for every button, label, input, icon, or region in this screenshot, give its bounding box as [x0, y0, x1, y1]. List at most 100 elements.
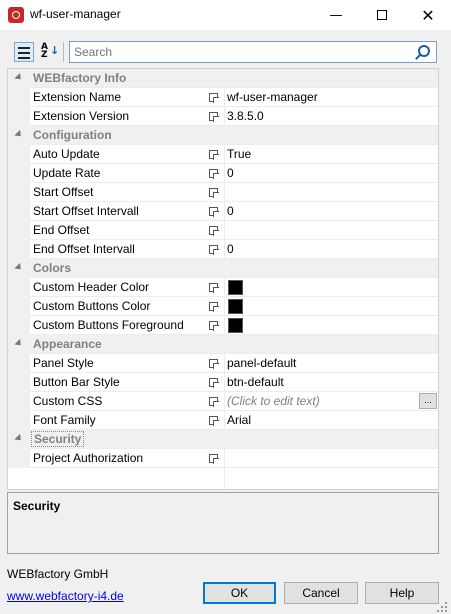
property-value[interactable]: 0	[224, 201, 438, 221]
property-row[interactable]: Custom CSS (Click to edit text)...	[8, 391, 438, 411]
gutter	[8, 144, 30, 164]
property-row[interactable]: End Offset	[8, 220, 438, 240]
sort-alphabetical-icon: A Z ↓	[41, 42, 60, 60]
edit-binding-icon	[209, 149, 219, 160]
property-binding-icon[interactable]	[204, 316, 224, 335]
property-row[interactable]: End Offset Intervall 0	[8, 239, 438, 259]
property-row[interactable]: Panel Style panel-default	[8, 353, 438, 373]
edit-binding-icon	[209, 244, 219, 255]
property-binding-icon[interactable]	[204, 354, 224, 373]
property-binding-icon[interactable]	[204, 411, 224, 430]
property-binding-icon[interactable]	[204, 221, 224, 240]
gutter	[8, 277, 30, 297]
property-value[interactable]	[224, 315, 438, 335]
collapse-arrow-icon[interactable]	[14, 72, 24, 82]
property-row[interactable]: Button Bar Style btn-default	[8, 372, 438, 392]
edit-text-button[interactable]: ...	[419, 393, 437, 409]
property-row[interactable]: Font Family Arial	[8, 410, 438, 430]
cancel-button[interactable]: Cancel	[284, 582, 358, 604]
property-binding-icon[interactable]	[204, 240, 224, 259]
property-row[interactable]: Project Authorization	[8, 448, 438, 468]
category-row[interactable]: Security	[8, 429, 438, 449]
toolbar: A Z ↓	[7, 38, 439, 66]
edit-binding-icon	[209, 301, 219, 312]
collapse-arrow-icon[interactable]	[14, 129, 24, 139]
property-binding-icon[interactable]	[204, 392, 224, 411]
property-value[interactable]: wf-user-manager	[224, 87, 438, 107]
category-label: Colors	[33, 261, 72, 275]
property-binding-icon[interactable]	[204, 88, 224, 107]
property-row[interactable]: Custom Buttons Foreground	[8, 315, 438, 335]
property-name: Project Authorization	[33, 451, 144, 465]
gutter	[8, 258, 30, 278]
property-binding-icon[interactable]	[204, 297, 224, 316]
property-value[interactable]	[224, 296, 438, 316]
property-row[interactable]: Custom Header Color	[8, 277, 438, 297]
property-value[interactable]: 0	[224, 239, 438, 259]
color-swatch[interactable]	[228, 317, 243, 333]
ok-button[interactable]: OK	[203, 582, 276, 604]
search-icon[interactable]	[418, 45, 430, 57]
collapse-arrow-icon[interactable]	[14, 338, 24, 348]
help-button[interactable]: Help	[365, 582, 439, 604]
property-value[interactable]	[224, 182, 438, 202]
color-swatch[interactable]	[228, 279, 243, 295]
property-value[interactable]: True	[224, 144, 438, 164]
gutter	[8, 334, 30, 354]
property-binding-icon[interactable]	[204, 449, 224, 468]
search-input[interactable]	[74, 45, 404, 59]
property-row[interactable]: Auto Update True	[8, 144, 438, 164]
property-binding-icon[interactable]	[204, 164, 224, 183]
property-value[interactable]: 3.8.5.0	[224, 106, 438, 126]
category-row[interactable]: Configuration	[8, 125, 438, 145]
category-row[interactable]: WEBfactory Info	[8, 69, 438, 88]
property-row[interactable]: Update Rate 0	[8, 163, 438, 183]
website-link[interactable]: www.webfactory-i4.de	[7, 589, 124, 603]
gutter	[8, 201, 30, 221]
property-value[interactable]: Arial	[224, 410, 438, 430]
property-name: End Offset	[33, 223, 90, 237]
category-label: Security	[31, 431, 85, 447]
color-swatch[interactable]	[228, 298, 243, 314]
property-binding-icon[interactable]	[204, 373, 224, 392]
categorized-view-button[interactable]	[14, 42, 34, 62]
property-binding-icon[interactable]	[204, 183, 224, 202]
category-row[interactable]: Colors	[8, 258, 438, 278]
property-value[interactable]	[224, 448, 438, 468]
property-row[interactable]: Start Offset Intervall 0	[8, 201, 438, 221]
minimize-button[interactable]: —	[313, 0, 359, 30]
property-value[interactable]	[224, 220, 438, 240]
property-binding-icon[interactable]	[204, 145, 224, 164]
property-row[interactable]: Extension Version 3.8.5.0	[8, 106, 438, 126]
property-name: Button Bar Style	[33, 375, 120, 389]
search-box[interactable]	[69, 41, 437, 63]
property-value[interactable]: panel-default	[224, 353, 438, 373]
edit-binding-icon	[209, 396, 219, 407]
gutter	[8, 315, 30, 335]
property-row[interactable]: Start Offset	[8, 182, 438, 202]
category-label: Configuration	[33, 128, 112, 142]
alphabetical-view-button[interactable]: A Z ↓	[38, 42, 60, 62]
property-row[interactable]: Extension Name wf-user-manager	[8, 87, 438, 107]
property-binding-icon[interactable]	[204, 278, 224, 297]
close-button[interactable]: ✕	[405, 0, 451, 30]
property-name: Update Rate	[33, 166, 101, 180]
property-value[interactable]: 0	[224, 163, 438, 183]
maximize-button[interactable]	[359, 0, 405, 30]
collapse-arrow-icon[interactable]	[14, 262, 24, 272]
edit-binding-icon	[209, 358, 219, 369]
edit-binding-icon	[209, 415, 219, 426]
property-value[interactable]: btn-default	[224, 372, 438, 392]
property-binding-icon[interactable]	[204, 202, 224, 221]
property-value[interactable]	[224, 277, 438, 297]
gutter	[8, 69, 30, 88]
collapse-arrow-icon[interactable]	[14, 433, 24, 443]
property-row[interactable]: Custom Buttons Color	[8, 296, 438, 316]
property-name: Custom Buttons Foreground	[33, 318, 184, 332]
property-binding-icon[interactable]	[204, 107, 224, 126]
property-name: Auto Update	[33, 147, 100, 161]
edit-binding-icon	[209, 92, 219, 103]
resize-grip[interactable]	[437, 602, 447, 612]
property-value[interactable]: (Click to edit text)	[224, 391, 438, 411]
category-row[interactable]: Appearance	[8, 334, 438, 354]
